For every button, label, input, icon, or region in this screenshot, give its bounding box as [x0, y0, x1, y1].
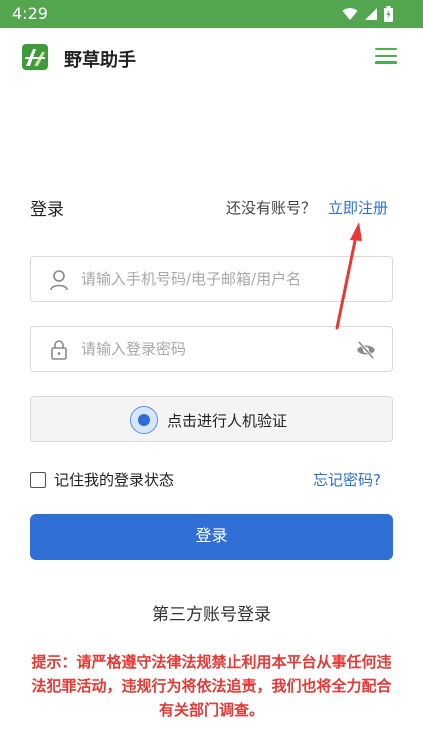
- remember-checkbox[interactable]: [30, 471, 46, 488]
- wifi-icon: [342, 8, 358, 20]
- captcha-label: 点击进行人机验证: [167, 412, 288, 430]
- signal-icon: [365, 8, 377, 20]
- login-heading: 登录: [30, 200, 64, 220]
- password-field: [30, 326, 393, 372]
- register-link[interactable]: 立即注册: [328, 197, 388, 218]
- no-account-text: 还没有账号？: [226, 199, 317, 217]
- username-field: [30, 256, 393, 302]
- user-icon: [50, 270, 68, 291]
- username-input[interactable]: [81, 257, 371, 301]
- password-input[interactable]: [81, 327, 371, 371]
- menu-button[interactable]: [375, 48, 397, 66]
- battery-icon: [384, 6, 393, 22]
- third-party-login-heading: 第三方账号登录: [152, 605, 271, 625]
- captcha-button[interactable]: 点击进行人机验证: [30, 396, 393, 442]
- lock-icon: [51, 340, 67, 360]
- legal-notice: 提示：请严格遵守法律法规禁止利用本平台从事任何违法犯罪活动，违规行为将依法追责，…: [31, 653, 392, 719]
- login-button[interactable]: 登录: [30, 514, 393, 560]
- captcha-radio-icon: [130, 406, 158, 434]
- app-bar: 野草助手: [0, 28, 423, 86]
- app-title: 野草助手: [64, 50, 136, 71]
- status-icons: [342, 6, 393, 22]
- annotation-arrow: [335, 222, 362, 330]
- remember-label: 记住我的登录状态: [54, 471, 175, 489]
- status-bar: 4:29: [0, 0, 423, 28]
- menu-icon: [375, 48, 397, 64]
- app-logo-icon: [22, 44, 48, 70]
- status-time: 4:29: [12, 4, 48, 23]
- remember-row: 记住我的登录状态: [30, 469, 174, 490]
- eye-off-icon[interactable]: [356, 340, 376, 360]
- forgot-password-link[interactable]: 忘记密码?: [313, 469, 381, 490]
